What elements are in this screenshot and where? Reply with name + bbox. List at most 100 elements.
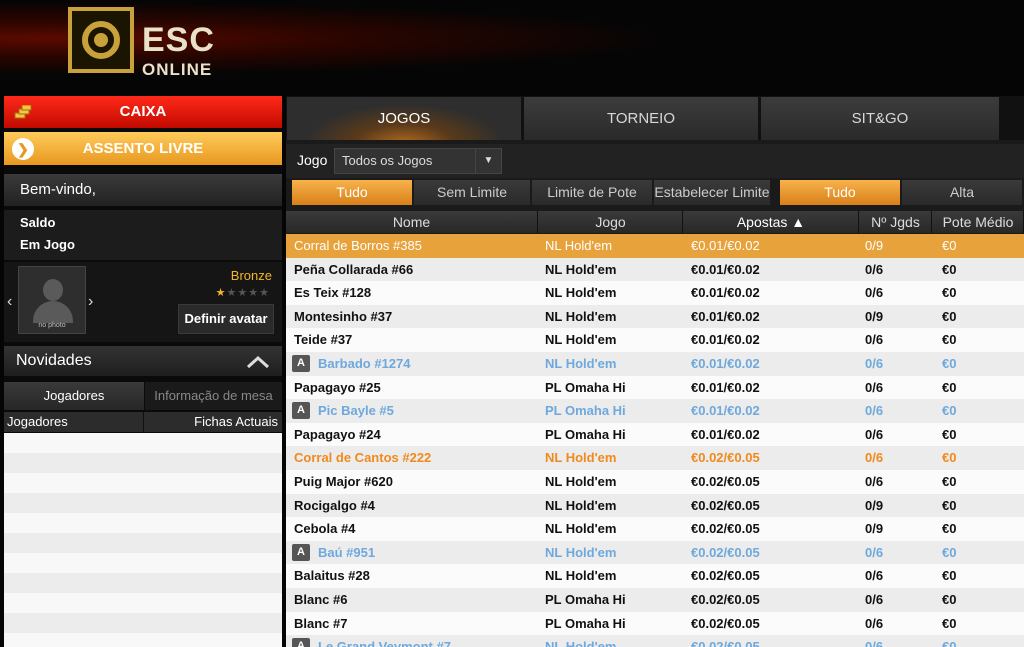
coins-icon <box>14 105 32 119</box>
player-row <box>4 453 282 473</box>
table-avg-pot: €0 <box>942 426 957 442</box>
table-row[interactable]: Es Teix #128 NL Hold'em €0.01/€0.02 0/6 €0 <box>286 281 1024 305</box>
tab-players[interactable]: Jogadores <box>4 382 144 410</box>
table-row[interactable]: A Barbado #1274 NL Hold'em €0.01/€0.02 0/6 €0 <box>286 352 1024 376</box>
table-row[interactable]: Peña Collarada #66 NL Hold'em €0.01/€0.02 0… <box>286 257 1024 282</box>
chevron-left-icon[interactable]: ‹ <box>7 292 17 312</box>
table-row[interactable]: Blanc #6 PL Omaha Hi €0.02/€0.05 0/6 €0 <box>286 588 1024 612</box>
tab-games[interactable]: JOGOS <box>287 97 521 140</box>
table-avg-pot: €0 <box>942 308 957 324</box>
profile-panel: ‹ no photo › Bronze ★★★★★ Definir avatar <box>4 262 282 342</box>
table-row[interactable]: A Baú #951 NL Hold'em €0.02/€0.05 0/6 €0 <box>286 540 1024 565</box>
table-row[interactable]: Rocigalgo #4 NL Hold'em €0.02/€0.05 0/9 €0 <box>286 493 1024 518</box>
table-row[interactable]: Papagayo #25 PL Omaha Hi €0.01/€0.02 0/6 €0 <box>286 375 1024 400</box>
table-avg-pot: €0 <box>942 403 957 419</box>
tab-sitgo[interactable]: SIT&GO <box>761 97 999 140</box>
table-row[interactable]: Blanc #7 PL Omaha Hi €0.02/€0.05 0/6 €0 <box>286 611 1024 636</box>
filter-bar: Jogo Todos os Jogos ▼ <box>286 144 1024 178</box>
tables-header: Nome Jogo Apostas ▲ Nº Jgds Pote Médio <box>286 211 1024 233</box>
player-row <box>4 633 282 647</box>
column-avg-pot[interactable]: Pote Médio <box>933 211 1024 233</box>
tab-table-info[interactable]: Informação de mesa <box>145 382 282 410</box>
cashier-button[interactable]: CAIXA <box>4 96 282 128</box>
table-avg-pot: €0 <box>942 379 957 395</box>
main-tabs: JOGOS TORNEIO SIT&GO <box>286 96 1024 140</box>
column-stakes[interactable]: Apostas ▲ <box>684 211 859 233</box>
limit-filter-pot-limit[interactable]: Limite de Pote <box>532 180 652 205</box>
star-icon: ★ <box>226 287 238 299</box>
info-tabs: Jogadores Informação de mesa <box>4 382 282 410</box>
table-row[interactable]: A Le Grand Veymont #7 NL Hold'em €0.02/€0.0… <box>286 635 1024 647</box>
tab-tournament[interactable]: TORNEIO <box>524 97 758 140</box>
stake-filter-all[interactable]: Tudo <box>780 180 900 205</box>
table-name: Pic Bayle #5 <box>318 403 394 419</box>
table-avg-pot: €0 <box>942 285 957 301</box>
table-row[interactable]: Corral de Cantos #222 NL Hold'em €0.02/€0.… <box>286 446 1024 470</box>
table-players: 0/6 <box>865 379 884 395</box>
table-stakes: €0.01/€0.02 <box>691 426 760 442</box>
players-column-header[interactable]: Jogadores <box>7 412 68 432</box>
player-row <box>4 533 282 553</box>
table-players: 0/6 <box>865 426 884 442</box>
table-avg-pot: €0 <box>942 356 957 371</box>
poker-lobby: ESC ONLINE CAIXA ❯ ASSENTO LIVRE Bem-vin… <box>0 0 1024 647</box>
chevron-right-icon[interactable]: › <box>88 292 98 312</box>
table-row[interactable]: Balaitus #28 NL Hold'em €0.02/€0.05 0/6 €0 <box>286 564 1024 588</box>
column-players[interactable]: Nº Jgds <box>860 211 932 233</box>
table-players: 0/6 <box>865 332 884 348</box>
table-stakes: €0.01/€0.02 <box>691 238 760 253</box>
chevron-down-icon: ▼ <box>475 149 501 173</box>
esc-online-logo: ESC ONLINE <box>68 7 218 78</box>
table-game: PL Omaha Hi <box>545 379 626 395</box>
balance-label: Saldo <box>20 215 56 230</box>
limit-filter-fixed-limit[interactable]: Estabelecer Limite <box>654 180 770 205</box>
limit-filter-all[interactable]: Tudo <box>292 180 412 205</box>
table-stakes: €0.02/€0.05 <box>691 474 760 489</box>
table-row[interactable]: Corral de Borros #385 NL Hold'em €0.01/€0.… <box>286 234 1024 258</box>
table-row[interactable]: Cebola #4 NL Hold'em €0.02/€0.05 0/9 €0 <box>286 517 1024 541</box>
table-players: 0/6 <box>865 592 884 607</box>
free-seat-button[interactable]: ❯ ASSENTO LIVRE <box>4 132 282 165</box>
balance-panel: Saldo €0 Em Jogo €0 <box>4 210 758 260</box>
table-players: 0/6 <box>865 568 884 584</box>
table-row[interactable]: Puig Major #620 NL Hold'em €0.02/€0.05 0/6 €… <box>286 470 1024 494</box>
table-name: Corral de Cantos #222 <box>294 450 432 466</box>
logo-text-esc: ESC <box>142 21 215 59</box>
table-row[interactable]: Teide #37 NL Hold'em €0.01/€0.02 0/6 €0 <box>286 328 1024 352</box>
cashier-label: CAIXA <box>119 103 167 120</box>
game-select-value: Todos os Jogos <box>342 153 433 168</box>
table-avg-pot: €0 <box>942 521 957 537</box>
game-select[interactable]: Todos os Jogos ▼ <box>334 148 502 174</box>
table-game: NL Hold'em <box>545 639 617 647</box>
player-row <box>4 473 282 493</box>
stake-filter-high[interactable]: Alta <box>902 180 1022 205</box>
arrow-right-icon: ❯ <box>12 138 34 160</box>
table-avg-pot: €0 <box>942 639 957 647</box>
news-label: Novidades <box>16 352 92 369</box>
table-name: Montesinho #37 <box>294 308 393 324</box>
limit-filter-no-limit[interactable]: Sem Limite <box>414 180 530 205</box>
table-game: PL Omaha Hi <box>545 615 626 631</box>
table-name: Teide #37 <box>294 332 353 348</box>
column-game[interactable]: Jogo <box>539 211 683 233</box>
tables-list: Corral de Borros #385 NL Hold'em €0.01/€0.… <box>286 234 1024 647</box>
table-name: Balaitus #28 <box>294 568 370 584</box>
player-row <box>4 513 282 533</box>
table-game: NL Hold'em <box>545 308 617 324</box>
table-stakes: €0.02/€0.05 <box>691 568 760 584</box>
welcome-text: Bem-vindo, <box>4 174 282 206</box>
table-name: Rocigalgo #4 <box>294 497 375 513</box>
table-name: Barbado #1274 <box>318 356 411 371</box>
table-stakes: €0.01/€0.02 <box>691 332 760 348</box>
table-row[interactable]: Montesinho #37 NL Hold'em €0.01/€0.02 0/9 €0 <box>286 304 1024 329</box>
table-row[interactable]: Papagayo #24 PL Omaha Hi €0.01/€0.02 0/6 €0 <box>286 422 1024 447</box>
table-game: PL Omaha Hi <box>545 426 626 442</box>
table-stakes: €0.02/€0.05 <box>691 497 760 513</box>
set-avatar-button[interactable]: Definir avatar <box>178 304 274 334</box>
column-name[interactable]: Nome <box>286 211 538 233</box>
table-name: Puig Major #620 <box>294 474 393 489</box>
chips-column-header[interactable]: Fichas Actuais <box>194 412 278 432</box>
table-avg-pot: €0 <box>942 238 957 253</box>
news-header[interactable]: Novidades <box>4 346 282 376</box>
table-row[interactable]: A Pic Bayle #5 PL Omaha Hi €0.01/€0.02 0/6 €0 <box>286 399 1024 423</box>
